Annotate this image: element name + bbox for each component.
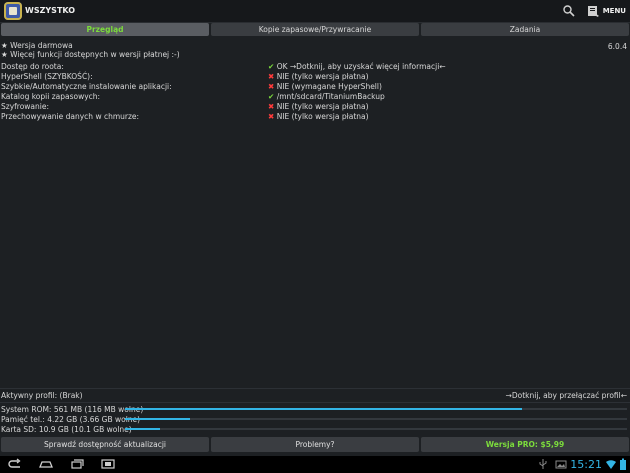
divider [0, 402, 630, 403]
quick-install-text: NIE (wymagane HyperShell) [276, 82, 382, 91]
tab-schedules[interactable]: Zadania [421, 23, 629, 36]
cross-icon: ✖ [268, 72, 275, 81]
quick-install-label: Szybkie/Automatyczne instalowanie aplika… [1, 82, 172, 91]
sd-card-bar-fill [125, 428, 161, 430]
system-rom-label: System ROM: 561 MB (116 MB wolne) [1, 405, 144, 414]
divider [0, 388, 630, 389]
check-updates-button[interactable]: Sprawdź dostępność aktualizacji [1, 437, 209, 452]
cross-icon: ✖ [268, 82, 275, 91]
cross-icon: ✖ [268, 112, 275, 121]
system-rom-bar [125, 408, 627, 410]
root-access-label: Dostęp do roota: [1, 62, 64, 71]
cloud-storage-label: Przechowywanie danych w chmurze: [1, 112, 140, 121]
gallery-icon [555, 460, 567, 469]
system-rom-bar-fill [125, 408, 522, 410]
tab-bar: Przegląd Kopie zapasowe/Przywracanie Zad… [1, 23, 629, 36]
menu-button[interactable]: MENU [603, 7, 626, 15]
pro-version-button[interactable]: Wersja PRO: $5,99 [421, 437, 629, 452]
screenshot-icon[interactable] [100, 458, 116, 470]
hypershell-label: HyperShell (SZYBKOŚĆ): [1, 72, 93, 81]
backup-folder-text: /mnt/sdcard/TitaniumBackup [276, 92, 385, 101]
wifi-icon [606, 460, 616, 469]
paid-features-note[interactable]: ★ Więcej funkcji dostępnych w wersji pła… [1, 50, 180, 59]
root-access-text: OK →Dotknij, aby uzyskać więcej informac… [276, 62, 446, 71]
encryption-label: Szyfrowanie: [1, 102, 49, 111]
cloud-storage-value: ✖ NIE (tylko wersja płatna) [268, 112, 369, 121]
root-access-value[interactable]: ✔ OK →Dotknij, aby uzyskać więcej inform… [268, 62, 446, 71]
encryption-text: NIE (tylko wersja płatna) [276, 102, 369, 111]
phone-memory-label: Pamięć tel.: 4.22 GB (3.66 GB wolne) [1, 415, 141, 424]
switch-profile-link[interactable]: →Dotknij, aby przełączać profil← [506, 391, 627, 400]
active-profile-label[interactable]: Aktywny profil: (Brak) [1, 391, 83, 400]
version-label: 6.0.4 [607, 42, 627, 51]
recent-apps-icon[interactable] [69, 458, 85, 470]
battery-icon [620, 458, 626, 470]
home-icon[interactable] [38, 458, 54, 470]
tab-overview[interactable]: Przegląd [1, 23, 209, 36]
search-icon[interactable] [562, 4, 576, 18]
tab-backup-restore[interactable]: Kopie zapasowe/Przywracanie [211, 23, 419, 36]
usb-icon [539, 459, 547, 469]
cross-icon: ✖ [268, 102, 275, 111]
batch-actions-icon[interactable] [586, 4, 600, 18]
sd-card-label: Karta SD: 10.9 GB (10.1 GB wolne) [1, 425, 132, 434]
phone-memory-bar [125, 418, 627, 420]
encryption-value: ✖ NIE (tylko wersja płatna) [268, 102, 369, 111]
back-icon[interactable] [7, 458, 23, 470]
hypershell-text: NIE (tylko wersja płatna) [276, 72, 369, 81]
check-icon: ✔ [268, 92, 275, 101]
hypershell-value: ✖ NIE (tylko wersja płatna) [268, 72, 369, 81]
clock[interactable]: 15:21 [570, 458, 602, 471]
phone-memory-bar-fill [125, 418, 191, 420]
backup-folder-label: Katalog kopii zapasowych: [1, 92, 101, 101]
free-version-note[interactable]: ★ Wersja darmowa [1, 41, 73, 50]
action-bar: WSZYSTKO MENU [0, 0, 630, 23]
backup-folder-value[interactable]: ✔ /mnt/sdcard/TitaniumBackup [268, 92, 385, 101]
filter-title[interactable]: WSZYSTKO [25, 6, 75, 15]
quick-install-value: ✖ NIE (wymagane HyperShell) [268, 82, 382, 91]
sd-card-bar [125, 428, 627, 430]
cloud-storage-text: NIE (tylko wersja płatna) [276, 112, 369, 121]
system-bar: 15:21 [0, 456, 630, 473]
check-icon: ✔ [268, 62, 275, 71]
titanium-backup-app-icon[interactable] [4, 2, 22, 20]
problems-button[interactable]: Problemy? [211, 437, 419, 452]
